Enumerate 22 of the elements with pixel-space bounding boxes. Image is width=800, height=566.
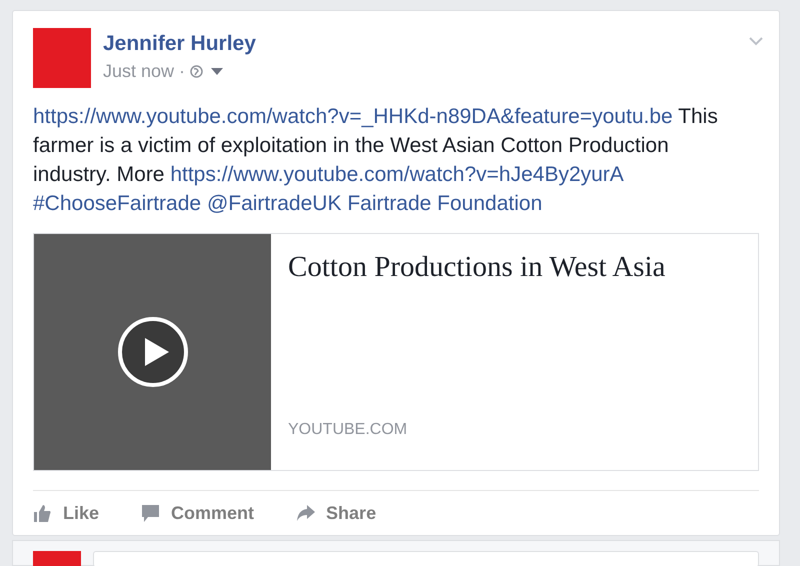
caret-icon[interactable] [211,68,224,76]
comment-button[interactable]: Comment [141,498,254,528]
post-text: https://www.youtube.com/watch?v=_HHKd-n89DA&feature=youtu.be This farmer is a victim of exploitation in the West Asian Cotton Production industry. More https://www.youtube.com/watch?v=hJe4By2yurA #ChooseFairtrade @FairtradeUK Fairtrade Foundation [33,104,719,217]
author-name[interactable]: Jennifer Hurley [103,31,256,57]
video-thumbnail[interactable] [34,234,271,470]
link[interactable]: #ChooseFairtrade [33,192,202,215]
link[interactable]: https://www.youtube.com/watch?v=_HHKd-n89DA&feature=youtu.be [33,105,673,128]
comment-icon [141,504,162,522]
share-button[interactable]: Share [296,498,376,528]
link-domain: YOUTUBE.COM [288,420,408,440]
play-icon[interactable] [116,316,188,388]
comment-field[interactable] [93,551,759,566]
link[interactable]: Fairtrade Foundation [347,192,542,215]
separator: · [179,60,186,83]
link-title[interactable]: Cotton Productions in West Asia [288,250,666,284]
link[interactable]: https://www.youtube.com/watch?v=hJe4By2yurA [170,163,623,186]
avatar-image [33,551,81,566]
like-button[interactable]: Like [33,498,100,528]
like-icon [33,504,53,522]
link[interactable]: @FairtradeUK [206,192,342,215]
share-icon [296,504,316,522]
link-preview-card[interactable]: Cotton Productions in West Asia YOUTUBE.COM [33,233,759,471]
